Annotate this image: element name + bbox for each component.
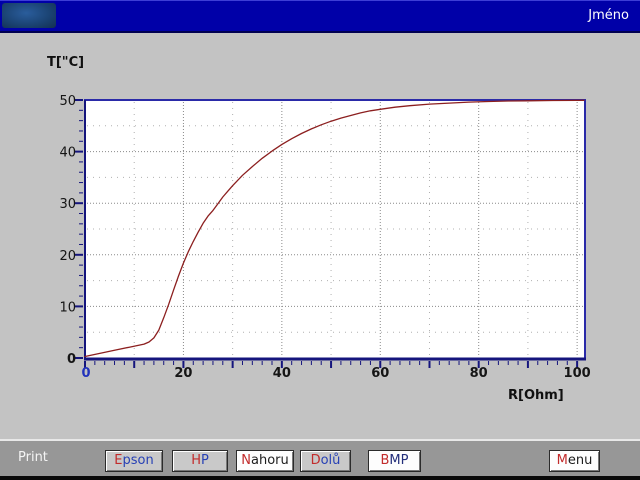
y-tick-label: 0 [67, 352, 76, 367]
x-axis-title: R[Ohm] [508, 388, 564, 403]
nahoru-button[interactable]: Nahoru [236, 450, 294, 472]
dolu-button[interactable]: Dolů [300, 450, 351, 472]
x-tick-label: 100 [564, 366, 591, 381]
x-tick-label: 0 [81, 366, 90, 381]
y-tick-label: 20 [59, 249, 76, 264]
print-bar: Print Epson HP Nahoru Dolů BMP Menu [0, 441, 640, 476]
hp-button[interactable]: HP [172, 450, 228, 472]
x-tick-label: 80 [470, 366, 488, 381]
bmp-label-rest: MP [389, 453, 408, 468]
menu-button[interactable]: Menu [549, 450, 600, 472]
y-tick-label: 50 [59, 94, 76, 109]
chart-plot: 0 20 40 60 80 100 0 10 20 30 40 50 [0, 0, 640, 480]
menu-hotkey-letter: M [557, 453, 568, 468]
dolu-hotkey-letter: D [311, 453, 321, 468]
x-tick-label: 60 [371, 366, 389, 381]
footer-strip [0, 476, 640, 480]
y-axis-title: T["C] [47, 55, 84, 70]
bmp-button[interactable]: BMP [368, 450, 421, 472]
dolu-label-rest: olů [321, 453, 341, 468]
nahoru-label-rest: ahoru [251, 453, 289, 468]
menu-label-rest: enu [568, 453, 592, 468]
x-tick-label: 20 [174, 366, 192, 381]
y-tick-label: 10 [59, 300, 76, 315]
nahoru-hotkey-letter: N [241, 453, 251, 468]
y-tick-label: 30 [59, 197, 76, 212]
x-tick-label: 40 [273, 366, 291, 381]
epson-button[interactable]: Epson [105, 450, 163, 472]
y-tick-label: 40 [59, 146, 76, 161]
hp-label-rest: P [201, 453, 209, 468]
epson-hotkey-letter: E [114, 453, 122, 468]
hp-hotkey-letter: H [191, 453, 201, 468]
print-label: Print [18, 450, 48, 465]
epson-label-rest: pson [123, 453, 154, 468]
